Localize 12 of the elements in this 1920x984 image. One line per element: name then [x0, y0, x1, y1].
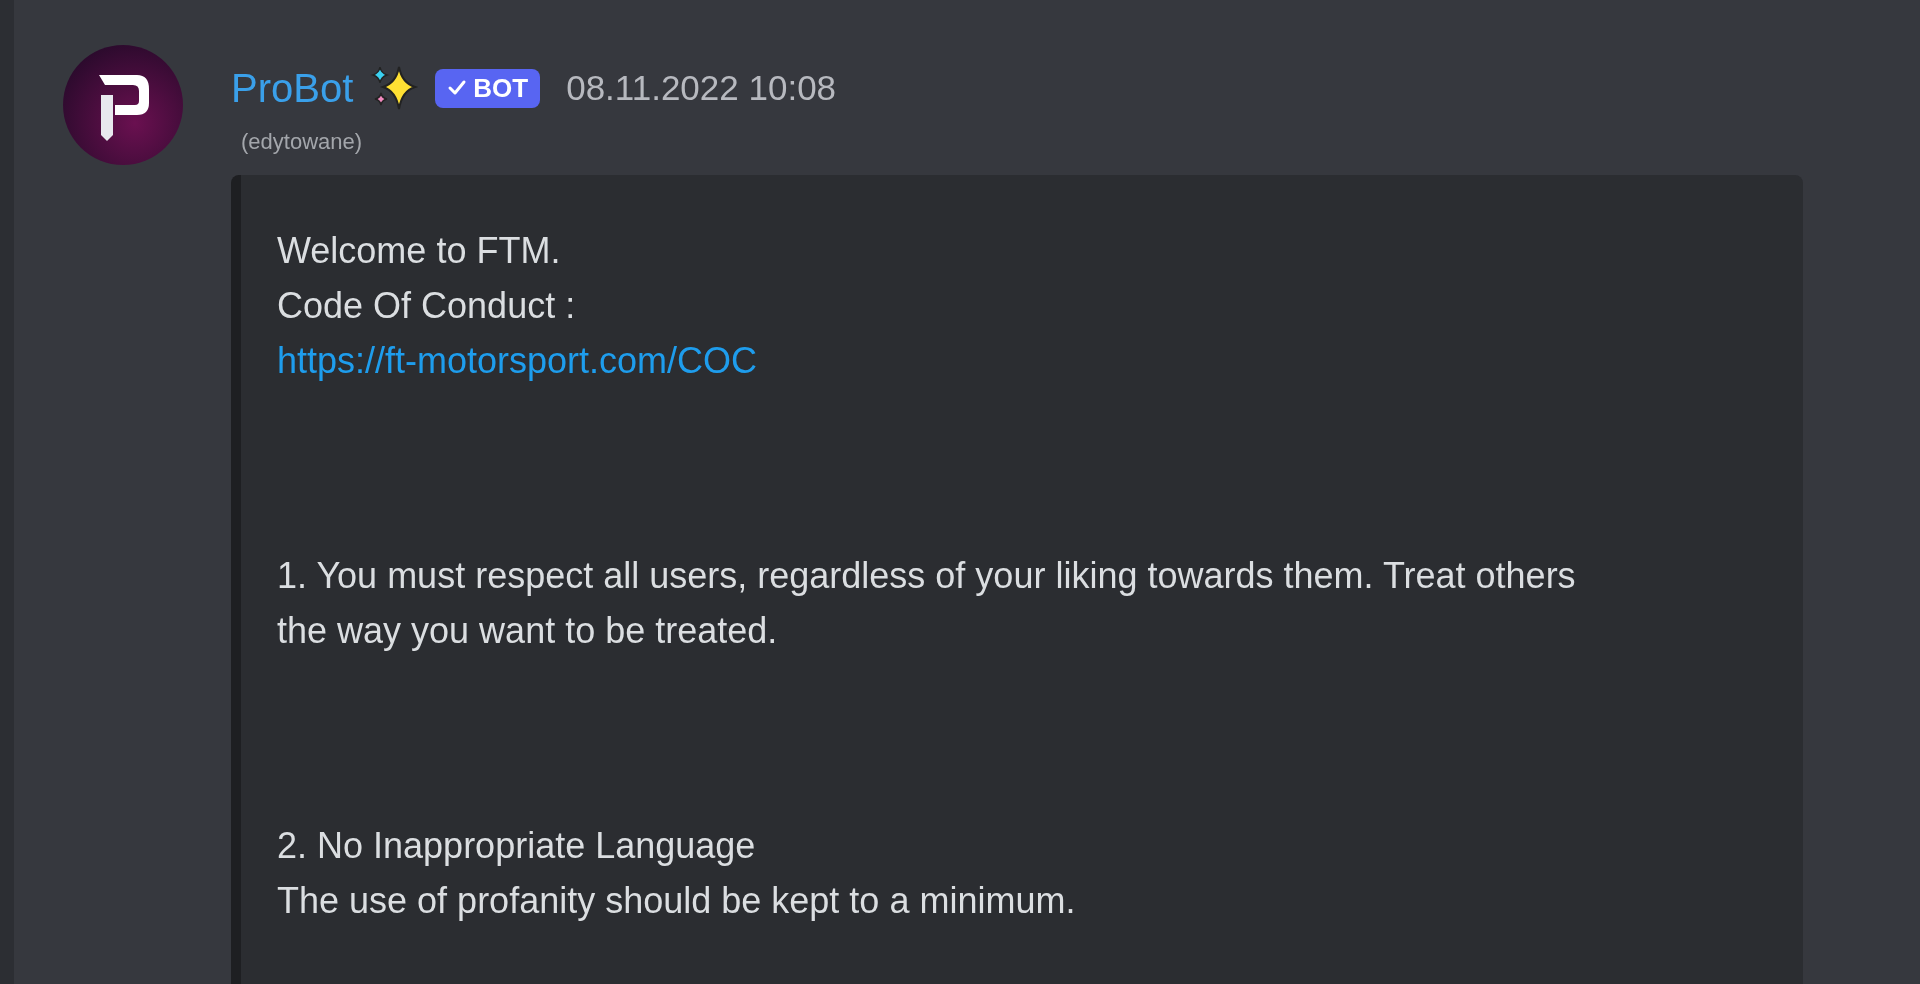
link[interactable]: https://ft-motorsport.com/COC [277, 333, 758, 388]
timestamp: 08.11.2022 10:08 [566, 68, 837, 108]
embed-text: the way you want to be treated. [277, 609, 778, 653]
embed-text: Code Of Conduct : [277, 284, 576, 328]
author-name[interactable]: ProBot [231, 65, 354, 111]
bot-badge: BOT [435, 68, 541, 108]
avatar-icon[interactable] [63, 45, 183, 165]
embed-text: 2. No Inappropriate Language [277, 824, 756, 868]
embed-text: Welcome to FTM. [277, 229, 561, 273]
embed-text: 1. You must respect all users, regardless of your liking towards them. Treat others [277, 554, 1576, 598]
edited-note: (edytowane) [241, 129, 364, 155]
embed-text: The use of profanity should be kept to a minimum. [277, 879, 1076, 923]
